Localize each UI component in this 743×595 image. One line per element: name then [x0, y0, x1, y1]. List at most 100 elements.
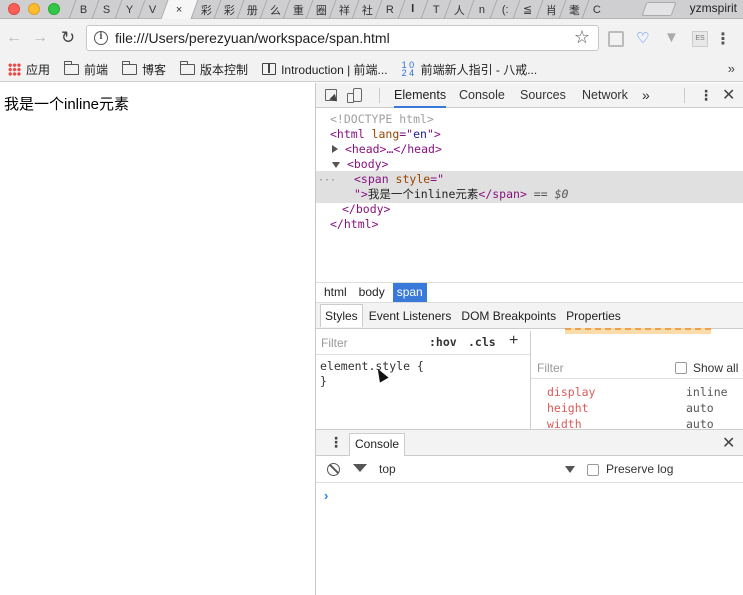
bookmark-folder-frontend[interactable]: 前端 [63, 60, 108, 78]
body-node[interactable]: <body> [332, 157, 388, 172]
extension-es-icon[interactable]: ES [692, 31, 708, 47]
body-close-node[interactable]: </body> [342, 202, 390, 217]
element-style-rule[interactable]: element.style { } [320, 359, 424, 389]
apps-icon [8, 62, 21, 76]
head-node[interactable]: <head>…</head> [332, 142, 442, 157]
tab-event-listeners[interactable]: Event Listeners [365, 305, 456, 327]
tab-network[interactable]: Network [582, 83, 628, 108]
drawer-tab-bar: ⋮ Console ✕ [316, 429, 743, 456]
property-value: auto [686, 417, 714, 429]
context-select[interactable]: top [379, 462, 396, 476]
extension-vue-icon[interactable]: ▼ [664, 29, 680, 46]
bookmark-folder-vcs[interactable]: 版本控制 [179, 60, 248, 78]
styles-filter-row: Filter :hov .cls + [316, 331, 530, 355]
minimize-window-button[interactable] [28, 3, 40, 15]
tab-properties[interactable]: Properties [562, 305, 625, 327]
bookmark-label: 博客 [142, 62, 167, 77]
bookmark-newcomer-guide[interactable]: 1 02 4 前端新人指引 - 八戒... [402, 61, 538, 78]
span-node[interactable]: <span style=" [354, 172, 444, 187]
tab-title: 彩 [223, 4, 235, 17]
tab-title: 彩 [200, 4, 212, 17]
page-viewport: 我是一个inline元素 [0, 83, 315, 595]
show-all-checkbox[interactable] [675, 362, 687, 374]
html-close-node[interactable]: </html> [330, 217, 378, 232]
tab-title: V [149, 3, 157, 16]
browser-toolbar: ← → ↻ i file:///Users/perezyuan/workspac… [0, 19, 743, 57]
profile-name[interactable]: yzmspirit [690, 1, 737, 15]
devtools-menu-icon[interactable]: ⋮ [699, 87, 713, 104]
bookmark-apps[interactable]: 应用 [8, 61, 50, 78]
extension-shield-icon[interactable]: ♡ [636, 29, 652, 47]
breadcrumb-span[interactable]: span [392, 283, 427, 302]
inline-span-text: 我是一个inline元素 [4, 96, 130, 113]
tab-sources[interactable]: Sources [520, 83, 566, 108]
device-toolbar-icon[interactable] [347, 88, 362, 103]
computed-property-row[interactable]: width auto [531, 416, 743, 429]
forward-button[interactable]: → [30, 28, 50, 48]
preserve-log-checkbox[interactable] [587, 464, 599, 476]
close-window-button[interactable] [8, 3, 20, 15]
clear-console-icon[interactable] [327, 463, 340, 476]
drawer-tab-console[interactable]: Console [349, 433, 406, 456]
drawer-close-icon[interactable]: ✕ [722, 433, 735, 453]
bookmark-star-icon[interactable]: ☆ [574, 27, 590, 48]
tab-title: T [432, 3, 440, 16]
reload-button[interactable]: ↻ [58, 28, 78, 48]
bookmarks-more-button[interactable]: » [728, 61, 735, 76]
styles-filter-input[interactable]: Filter [321, 336, 348, 350]
tab-strip: B S Y V × 彩彩册么重圈祥社 R 𝐈 T 人 n (: ≦ 肖耄 C yzmspirit [0, 0, 743, 19]
tab-title: ≦ [523, 4, 533, 16]
tab-elements[interactable]: Elements [394, 83, 447, 108]
computed-property-row[interactable]: display inline [531, 384, 743, 400]
tab-title: S [103, 3, 111, 16]
address-bar[interactable]: i file:///Users/perezyuan/workspace/span… [86, 25, 599, 51]
computed-filter-input[interactable]: Filter [537, 361, 564, 375]
bookmarks-bar: 应用 前端 博客 版本控制 Introduction | 前端... 1 02 … [0, 57, 743, 82]
console-prompt[interactable]: › [324, 488, 328, 503]
breadcrumb-html[interactable]: html [320, 283, 351, 302]
tab-dom-breakpoints[interactable]: DOM Breakpoints [457, 305, 560, 327]
preserve-log-label[interactable]: Preserve log [606, 462, 673, 476]
chevron-down-icon[interactable] [565, 466, 575, 473]
folder-icon [179, 60, 196, 75]
rule-selector: element.style { [320, 359, 424, 373]
tab-title: R [386, 3, 394, 16]
browser-menu-icon[interactable]: ⋮ [715, 29, 731, 49]
devtools-close-icon[interactable]: ✕ [722, 85, 735, 105]
collapse-triangle-icon[interactable] [332, 162, 340, 168]
tab-title: 肖 [545, 4, 557, 17]
tab-styles[interactable]: Styles [320, 304, 363, 327]
class-toggle-button[interactable]: .cls [468, 335, 496, 349]
extension-reader-icon[interactable] [608, 31, 624, 47]
property-name: width [547, 417, 582, 429]
tab-console[interactable]: Console [459, 83, 505, 108]
show-all-label[interactable]: Show all [693, 361, 738, 375]
html-node[interactable]: <html lang="en"> [330, 127, 441, 142]
zoom-window-button[interactable] [48, 3, 60, 15]
new-tab-button[interactable] [641, 2, 677, 16]
computed-property-row[interactable]: height auto [531, 400, 743, 416]
tab-title: 册 [246, 4, 258, 17]
drawer-menu-icon[interactable]: ⋮ [329, 434, 343, 451]
inspect-element-icon[interactable] [325, 89, 337, 101]
property-name: display [547, 385, 596, 399]
bookmark-introduction[interactable]: Introduction | 前端... [262, 61, 388, 78]
property-value: inline [686, 385, 728, 399]
url-text[interactable]: file:///Users/perezyuan/workspace/span.h… [115, 30, 390, 46]
computed-properties-list: display inline height auto width auto [531, 384, 743, 429]
expand-triangle-icon[interactable] [332, 145, 338, 153]
breadcrumb-body[interactable]: body [355, 283, 389, 302]
doctype-node[interactable]: <!DOCTYPE html> [330, 112, 434, 127]
tab-title: 重 [292, 4, 304, 17]
bookmark-label: 前端新人指引 - 八戒... [420, 62, 538, 77]
filter-funnel-icon[interactable] [353, 464, 367, 472]
back-button[interactable]: ← [4, 28, 24, 48]
hover-state-button[interactable]: :hov [429, 335, 457, 349]
new-style-rule-button[interactable]: + [509, 332, 518, 350]
node-actions-ellipsis[interactable]: ··· [318, 173, 336, 188]
bookmark-folder-blog[interactable]: 博客 [121, 60, 167, 78]
span-node-content[interactable]: ">我是一个inline元素</span> == $0 [354, 187, 568, 202]
more-tabs-button[interactable]: » [642, 83, 650, 108]
info-icon[interactable]: i [94, 31, 108, 45]
devtools-panel: Elements Console Sources Network » ⋮ ✕ ·… [315, 83, 743, 595]
